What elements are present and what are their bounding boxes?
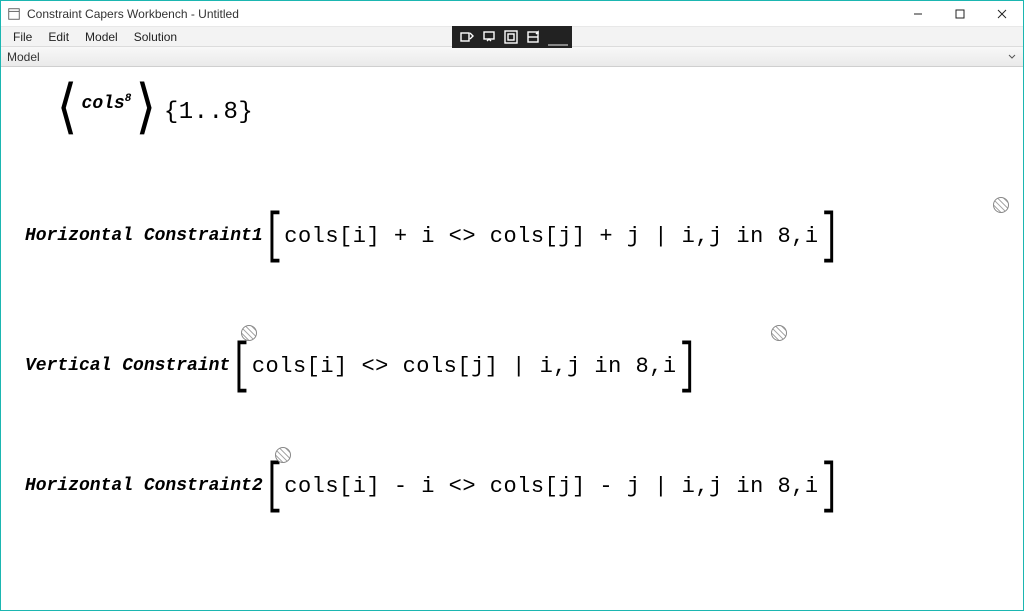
constraint-horizontal-2[interactable]: Horizontal Constraint2 [ cols[i] - i <> … [25, 465, 840, 507]
tool-button-4[interactable] [523, 28, 543, 46]
constraint-label: Horizontal Constraint2 [25, 476, 263, 496]
constraint-expression: cols[i] <> cols[j] | i,j in 8,i [252, 354, 677, 379]
app-window: Constraint Capers Workbench - Untitled [0, 0, 1024, 611]
maximize-button[interactable] [939, 1, 981, 27]
tool-button-3[interactable] [501, 28, 521, 46]
chevron-down-icon[interactable] [1007, 52, 1017, 62]
menu-solution[interactable]: Solution [126, 28, 185, 46]
constraint-horizontal-1[interactable]: Horizontal Constraint1 [ cols[i] + i <> … [25, 215, 840, 257]
constraint-label: Vertical Constraint [25, 356, 230, 376]
angle-right-icon: ⟩ [129, 82, 162, 141]
model-panel-header[interactable]: Model [1, 47, 1023, 67]
constraint-expression: cols[i] - i <> cols[j] - j | i,j in 8,i [284, 474, 818, 499]
close-button[interactable] [981, 1, 1023, 27]
menu-file[interactable]: File [5, 28, 40, 46]
adorner-marker-icon[interactable] [771, 325, 787, 341]
adorner-marker-icon[interactable] [241, 325, 257, 341]
toolbar-grip-icon[interactable] [548, 44, 568, 46]
tool-button-1[interactable] [457, 28, 477, 46]
right-bracket-icon: ] [819, 465, 839, 507]
adorner-marker-icon[interactable] [275, 447, 291, 463]
tool-button-2[interactable] [479, 28, 499, 46]
title-bar: Constraint Capers Workbench - Untitled [1, 1, 1023, 27]
menu-model[interactable]: Model [77, 28, 126, 46]
designer-toolbar[interactable] [452, 26, 572, 48]
window-controls [897, 1, 1023, 27]
app-icon [7, 7, 21, 21]
constraint-expression: cols[i] + i <> cols[j] + j | i,j in 8,i [284, 224, 818, 249]
right-bracket-icon: ] [677, 345, 697, 387]
minimize-button[interactable] [897, 1, 939, 27]
variable-name: cols8 [82, 93, 132, 114]
menu-edit[interactable]: Edit [40, 28, 77, 46]
left-bracket-icon: [ [263, 465, 283, 507]
design-canvas[interactable]: ⟨ cols8 ⟩ {1..8} Horizontal Constraint1 … [1, 67, 1023, 610]
angle-left-icon: ⟨ [51, 82, 84, 141]
variable-declaration[interactable]: ⟨ cols8 ⟩ {1..8} [51, 85, 253, 139]
variable-domain: {1..8} [164, 99, 253, 126]
right-bracket-icon: ] [819, 215, 839, 257]
adorner-marker-icon[interactable] [993, 197, 1009, 213]
left-bracket-icon: [ [231, 345, 251, 387]
model-panel-label: Model [7, 50, 40, 64]
constraint-vertical[interactable]: Vertical Constraint [ cols[i] <> cols[j]… [25, 345, 698, 387]
window-title: Constraint Capers Workbench - Untitled [27, 7, 239, 21]
left-bracket-icon: [ [263, 215, 283, 257]
constraint-label: Horizontal Constraint1 [25, 226, 263, 246]
